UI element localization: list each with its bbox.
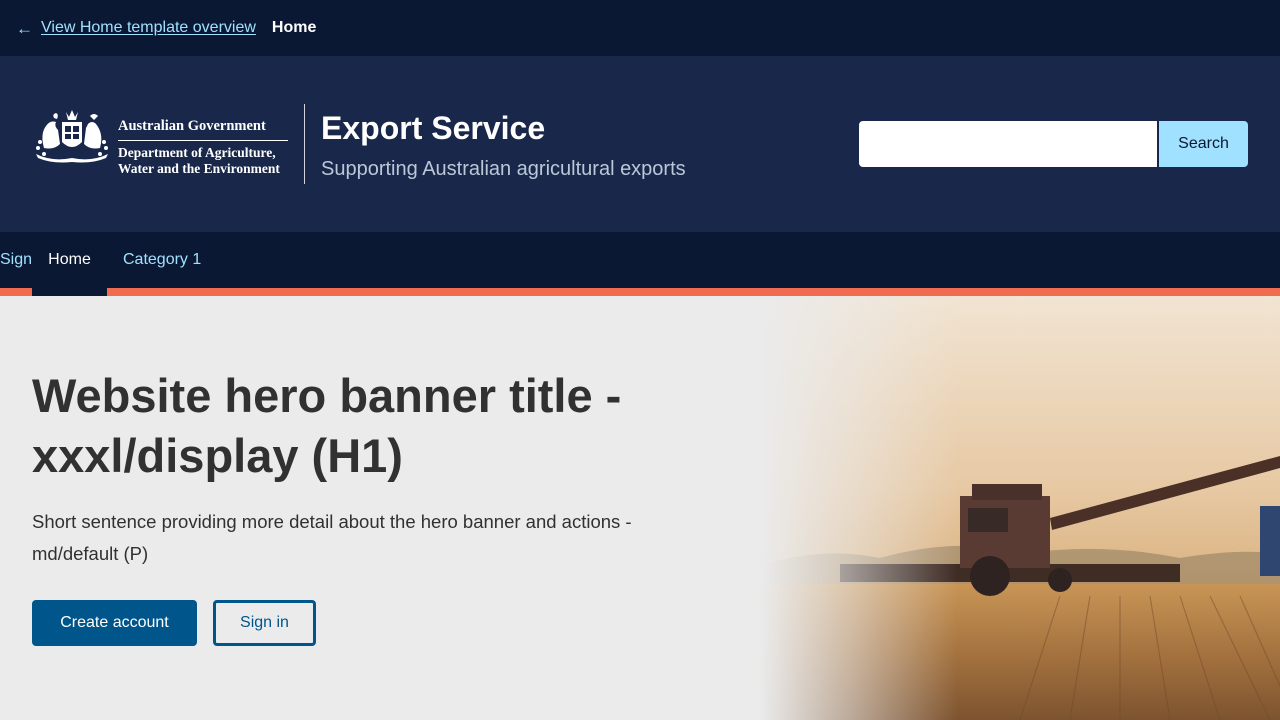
create-account-button[interactable]: Create account (32, 600, 197, 646)
current-page-label: Home (271, 19, 317, 36)
department-name-line-1: Department of Agriculture, (118, 145, 276, 160)
service-subtitle: Supporting Australian agricultural expor… (321, 158, 686, 180)
department-name-line-2: Water and the Environment (118, 161, 280, 176)
coat-of-arms-icon[interactable] (32, 104, 112, 164)
service-title[interactable]: Export Service (321, 110, 545, 147)
site-header: Australian Government Department of Agri… (0, 56, 1280, 232)
hero-description: Short sentence providing more detail abo… (32, 511, 632, 564)
main-navigation: Home Category 1 Sign in (0, 232, 1280, 288)
government-name: Australian Government (118, 118, 288, 141)
nav-accent-bar (0, 288, 1280, 296)
search-button[interactable]: Search (1159, 121, 1248, 167)
hero-banner: Website hero banner title - xxxl/display… (0, 296, 1280, 720)
active-nav-indicator (32, 288, 107, 296)
header-divider (304, 104, 305, 184)
nav-item-category-1[interactable]: Category 1 (123, 232, 201, 288)
arrow-left-icon[interactable]: ← (16, 20, 33, 37)
sign-in-button[interactable]: Sign in (213, 600, 316, 646)
hero-title: Website hero banner title - xxxl/display… (32, 369, 622, 482)
view-template-overview-link[interactable]: View Home template overview (41, 19, 256, 37)
search-input[interactable] (859, 121, 1157, 167)
nav-item-home[interactable]: Home (32, 232, 107, 288)
template-breadcrumb-bar: ← View Home template overview Home (0, 0, 1280, 56)
government-logo-text: Australian Government Department of Agri… (118, 118, 288, 177)
combine-harvester-wheat-field-image (760, 296, 1280, 720)
